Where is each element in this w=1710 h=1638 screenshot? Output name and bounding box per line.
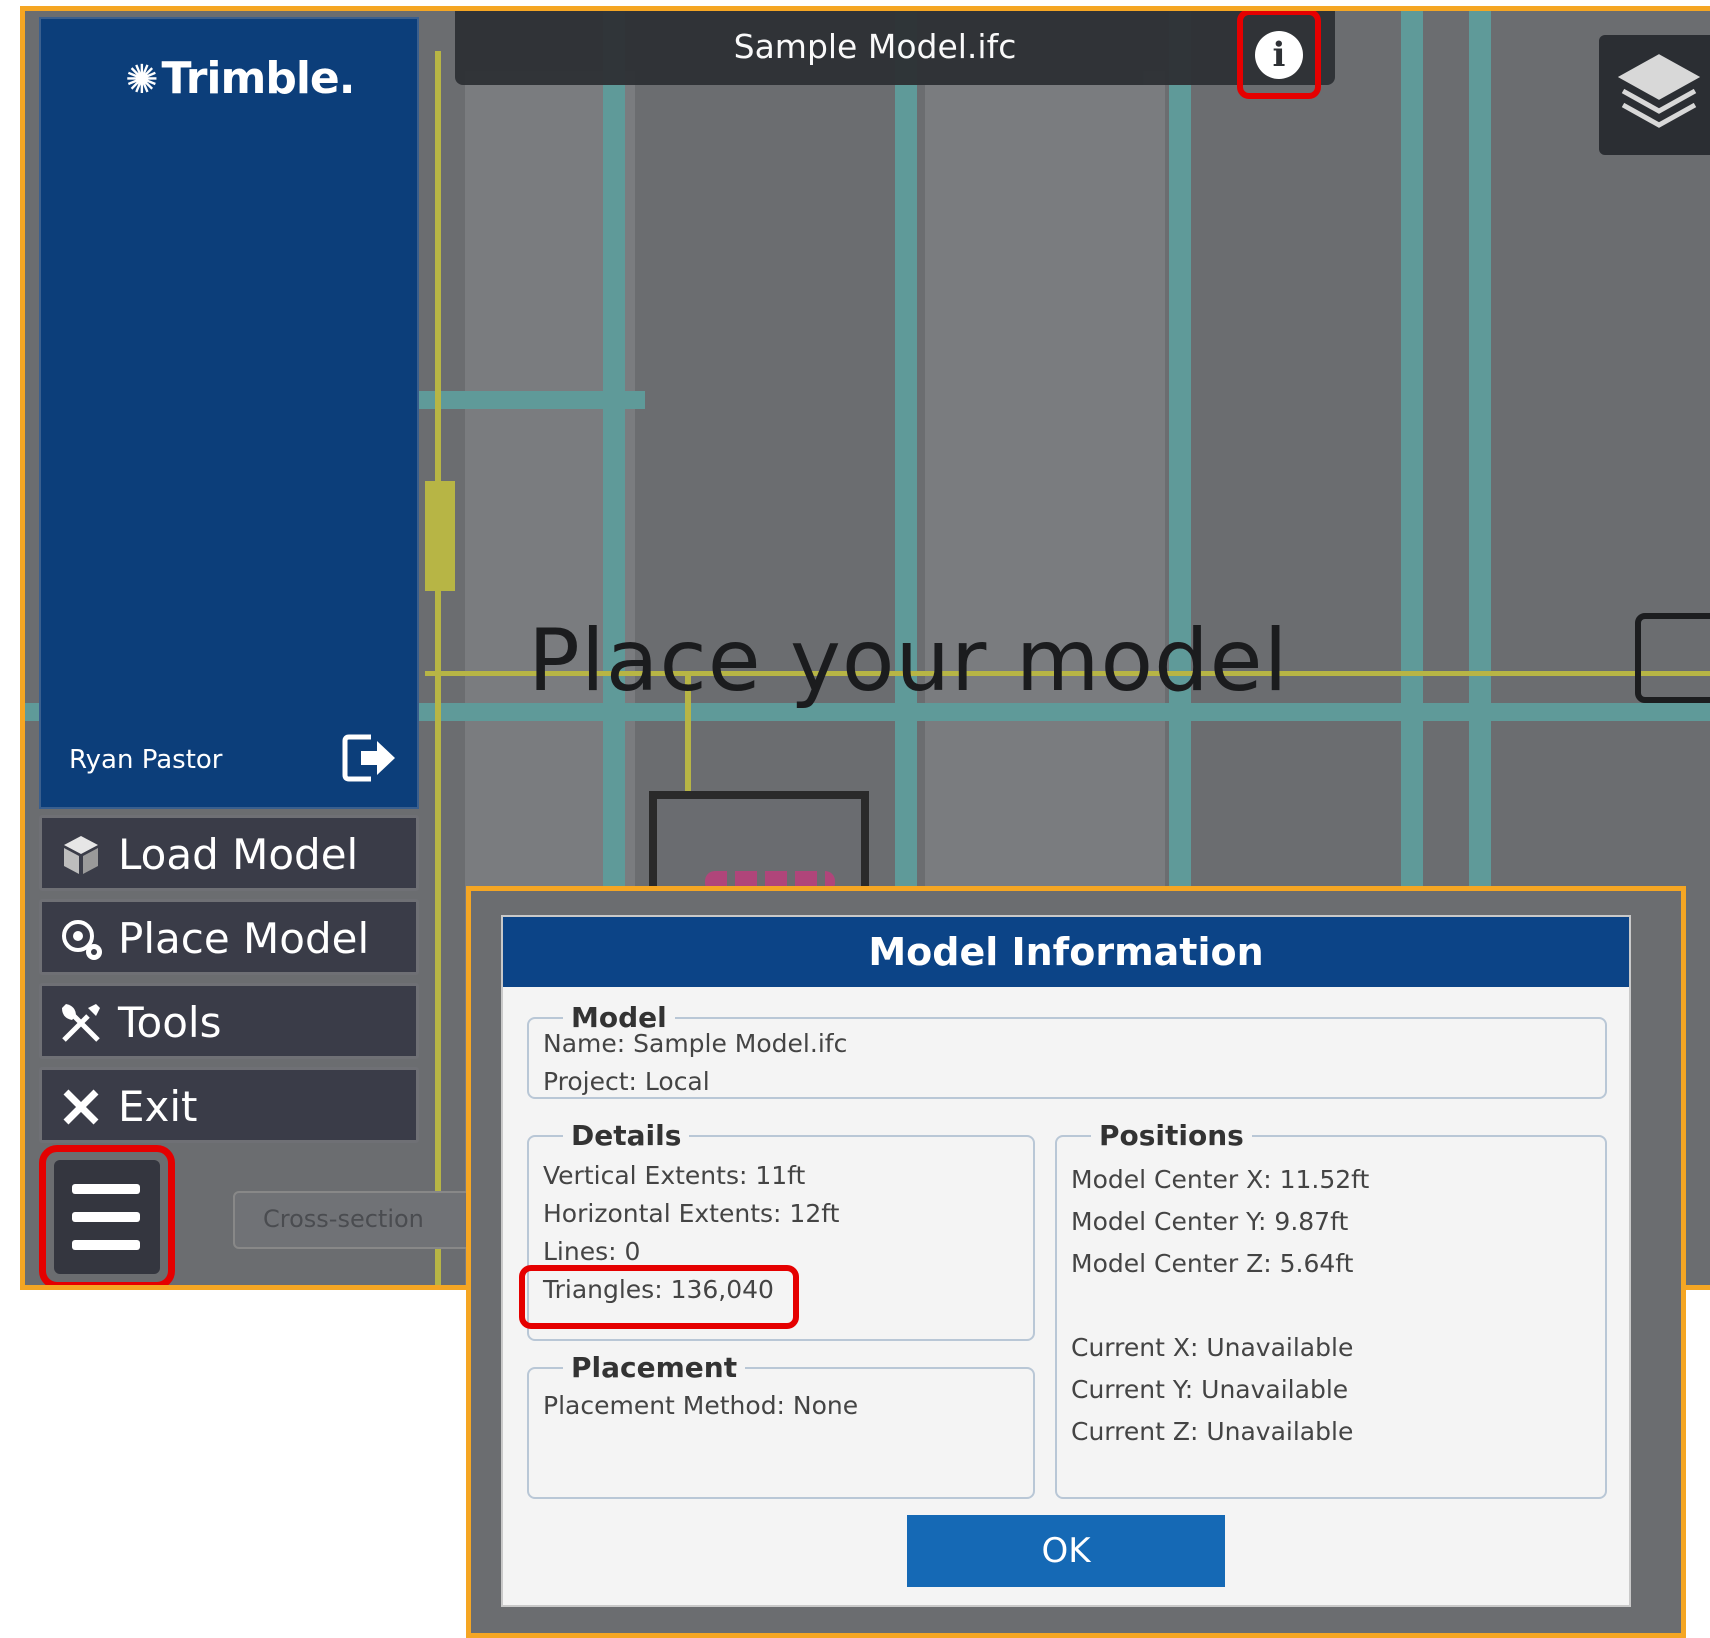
hamburger-icon: [72, 1184, 140, 1194]
user-name: Ryan Pastor: [69, 745, 223, 775]
vertical-extents: Vertical Extents: 11ft: [543, 1161, 806, 1190]
group-legend: Placement: [571, 1351, 738, 1384]
place-model-button[interactable]: Place Model: [39, 899, 419, 975]
title-bar: Sample Model.ifc: [455, 11, 1335, 85]
menu-label: Place Model: [118, 914, 370, 963]
tools-button[interactable]: Tools: [39, 983, 419, 1059]
hamburger-menu-button[interactable]: [54, 1160, 160, 1274]
place-model-prompt: Place your model: [528, 611, 1289, 711]
menu-label: Tools: [118, 998, 222, 1047]
model-center-y: Model Center Y: 9.87ft: [1071, 1207, 1349, 1236]
dialog-title: Model Information: [503, 917, 1629, 987]
logo-text: Trimble.: [161, 53, 356, 104]
tools-icon: [62, 1004, 100, 1042]
cross-section-label: Cross-section: [263, 1205, 424, 1233]
pipe: [425, 481, 455, 591]
model-project: Project: Local: [543, 1067, 710, 1096]
menu-button-highlight: [39, 1145, 175, 1285]
triangles-highlight: [519, 1265, 799, 1329]
menu-label: Exit: [118, 1082, 198, 1131]
info-button-highlight: i: [1237, 11, 1321, 99]
model-center-z: Model Center Z: 5.64ft: [1071, 1249, 1354, 1278]
current-z: Current Z: Unavailable: [1071, 1417, 1354, 1446]
placement-method: Placement Method: None: [543, 1391, 859, 1420]
lines-count: Lines: 0: [543, 1237, 641, 1266]
load-model-button[interactable]: Load Model: [39, 815, 419, 891]
trimble-logo: ✺Trimble.: [125, 53, 356, 104]
placement-group: Placement: [527, 1351, 1035, 1499]
sidebar: ✺Trimble. Ryan Pastor: [39, 17, 419, 809]
exit-button[interactable]: Exit: [39, 1067, 419, 1143]
dialog-callout: Model Information Model Name: Sample Mod…: [466, 886, 1686, 1638]
model-name: Name: Sample Model.ifc: [543, 1029, 848, 1058]
logout-icon[interactable]: [341, 733, 397, 783]
model-center-x: Model Center X: 11.52ft: [1071, 1165, 1370, 1194]
close-icon: [63, 1089, 99, 1125]
hamburger-icon: [72, 1212, 140, 1222]
layers-icon: [1617, 54, 1701, 128]
trimble-mark-icon: ✺: [125, 57, 159, 103]
info-icon[interactable]: i: [1255, 31, 1303, 79]
hamburger-icon: [72, 1240, 140, 1250]
cube-icon: [64, 836, 98, 874]
group-legend: Details: [571, 1119, 682, 1152]
ok-button[interactable]: OK: [907, 1515, 1225, 1587]
window-title: Sample Model.ifc: [733, 27, 1017, 66]
export-icon[interactable]: [1635, 613, 1710, 703]
model-information-dialog: Model Information Model Name: Sample Mod…: [501, 915, 1631, 1607]
frame-beam: [405, 391, 645, 409]
group-legend: Positions: [1099, 1119, 1244, 1152]
place-icon: [62, 920, 102, 960]
current-x: Current X: Unavailable: [1071, 1333, 1354, 1362]
current-y: Current Y: Unavailable: [1071, 1375, 1349, 1404]
layers-button[interactable]: [1599, 35, 1710, 155]
horizontal-extents: Horizontal Extents: 12ft: [543, 1199, 840, 1228]
menu-label: Load Model: [118, 830, 359, 879]
